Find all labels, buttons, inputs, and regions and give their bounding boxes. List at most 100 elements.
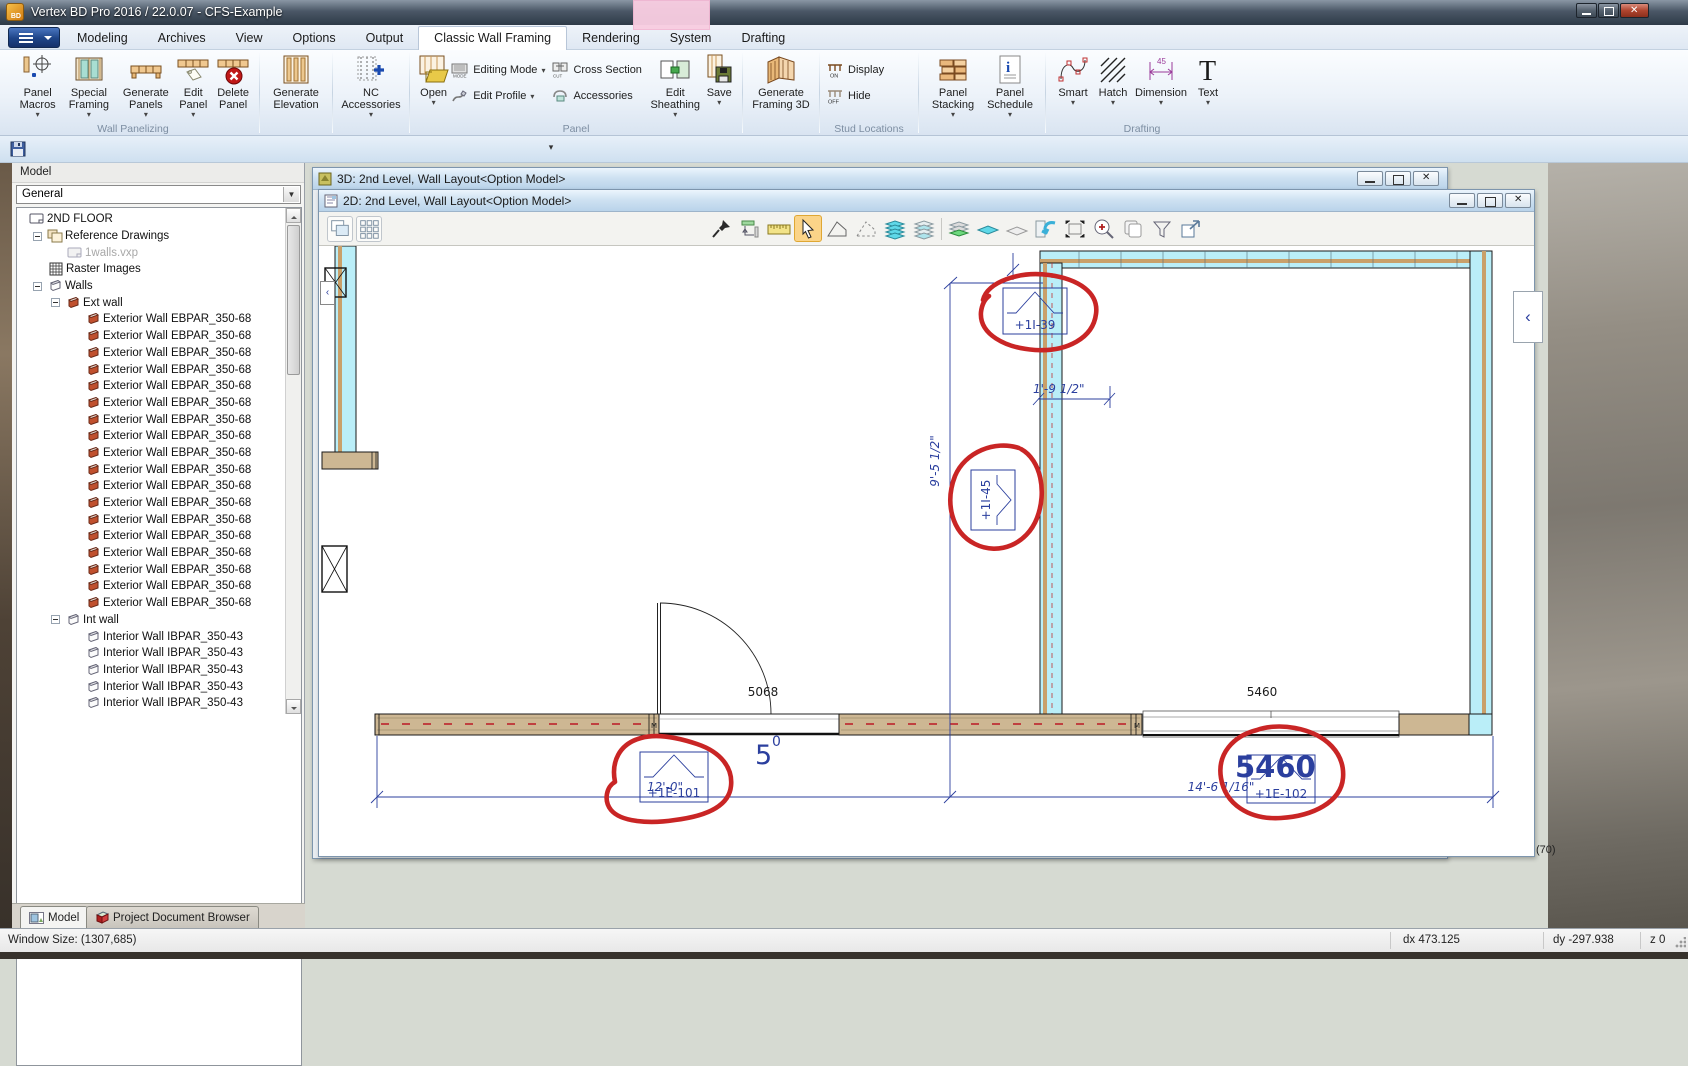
tree-item-ext-wall-group[interactable]: Ext wall [51,294,301,311]
resize-grip[interactable] [1674,937,1686,949]
tab-system[interactable]: System [655,27,727,50]
tree-item-interior-wall[interactable]: Interior Wall IBPAR_350-43 [85,628,301,645]
tree-item-interior-wall[interactable]: Interior Wall IBPAR_350-43 [85,645,301,662]
tree-item-reference-drawings[interactable]: Reference Drawings [33,228,301,245]
tree-item-interior-wall[interactable]: Interior Wall IBPAR_350-43 [85,695,301,712]
maximize-button[interactable] [1385,171,1411,186]
layer-flat-tool[interactable] [974,215,1002,242]
minimize-button[interactable] [1576,3,1597,18]
smart-button[interactable]: Smart▾ [1052,53,1094,106]
generate-elevation-button[interactable]: Generate Elevation [266,53,326,111]
copy-tool[interactable] [1119,215,1147,242]
cross-section-button[interactable]: CUT Cross Section [551,61,641,79]
undo-wall-tool[interactable] [1032,215,1060,242]
quick-save-icon[interactable] [10,141,26,157]
scroll-thumb[interactable] [287,225,300,375]
tab-output[interactable]: Output [351,27,419,50]
tab-view[interactable]: View [221,27,278,50]
hatch-button[interactable]: Hatch▾ [1094,53,1132,106]
stud-hide-button[interactable]: OFF Hide [826,87,884,105]
tree-item-interior-wall[interactable]: Interior Wall IBPAR_350-43 [85,662,301,679]
scroll-down-arrow[interactable] [286,699,301,714]
dimension-button[interactable]: 45 Dimension▾ [1132,53,1190,106]
collapse-expander-icon[interactable] [51,615,60,624]
tab-classic-wall-framing[interactable]: Classic Wall Framing [418,26,567,50]
wall-bottom[interactable]: M M [375,711,1492,737]
measure-tool[interactable] [765,215,793,242]
generate-panels-button[interactable]: Generate Panels▾ [118,53,173,118]
close-button[interactable] [1413,171,1439,186]
collapse-expander-icon[interactable] [51,298,60,307]
tab-drafting[interactable]: Drafting [726,27,800,50]
tab-model[interactable]: Model [20,906,88,928]
maximize-button[interactable] [1477,193,1503,208]
tree-item-exterior-wall[interactable]: Exterior Wall EBPAR_350-68 [85,428,301,445]
select-tool[interactable] [794,215,822,242]
tree-item-exterior-wall[interactable]: Exterior Wall EBPAR_350-68 [85,528,301,545]
pin-tool[interactable] [707,215,735,242]
panel-schedule-button[interactable]: i Panel Schedule▾ [981,53,1039,118]
tree-item-exterior-wall[interactable]: Exterior Wall EBPAR_350-68 [85,478,301,495]
transform-tool[interactable] [736,215,764,242]
tree-item-exterior-wall[interactable]: Exterior Wall EBPAR_350-68 [85,361,301,378]
tree-item-raster-images[interactable]: Raster Images [48,261,301,278]
nc-accessories-button[interactable]: NC Accessories▾ [339,53,403,118]
tree-item-exterior-wall[interactable]: Exterior Wall EBPAR_350-68 [85,511,301,528]
collapse-expander-icon[interactable] [33,282,42,291]
layers-stack-tool[interactable] [881,215,909,242]
tree-item-int-wall-group[interactable]: Int wall [51,612,301,629]
panel-marker-1I-45[interactable] [971,470,1015,530]
tree-item-reference-file[interactable]: 1walls.vxp [67,244,301,261]
tree-filter-select[interactable]: General ▼ [16,185,301,204]
tab-project-document-browser[interactable]: Project Document Browser [86,906,259,928]
special-framing-button[interactable]: Special Framing▾ [62,53,115,118]
wall-top[interactable] [1040,251,1492,268]
tab-archives[interactable]: Archives [143,27,221,50]
tree-item-exterior-wall[interactable]: Exterior Wall EBPAR_350-68 [85,411,301,428]
scroll-up-arrow[interactable] [286,208,301,223]
tree-item-exterior-wall[interactable]: Exterior Wall EBPAR_350-68 [85,461,301,478]
cascade-windows-icon[interactable] [327,216,353,242]
pan-arrow-box-left[interactable]: ‹ [320,281,335,305]
collapse-expander-icon[interactable] [33,232,42,241]
layer-flat-gray-tool[interactable] [1003,215,1031,242]
export-view-tool[interactable] [1177,215,1205,242]
layers-stack-light-tool[interactable] [910,215,938,242]
tile-windows-icon[interactable] [356,216,382,242]
tree-item-exterior-wall[interactable]: Exterior Wall EBPAR_350-68 [85,578,301,595]
edit-sheathing-button[interactable]: Edit Sheathing▾ [648,53,703,118]
polygon-tool[interactable] [823,215,851,242]
minimize-button[interactable] [1449,193,1475,208]
app-menu-button[interactable] [8,27,60,48]
close-button[interactable] [1620,3,1649,18]
marquee-tool[interactable] [1061,215,1089,242]
tree-item-walls[interactable]: Walls [33,278,301,295]
close-button[interactable] [1505,193,1531,208]
edit-panel-button[interactable]: Edit Panel▾ [173,53,213,118]
filter-tool[interactable] [1148,215,1176,242]
tree-item-exterior-wall[interactable]: Exterior Wall EBPAR_350-68 [85,395,301,412]
tree-item-exterior-wall[interactable]: Exterior Wall EBPAR_350-68 [85,595,301,612]
layers-green-tool[interactable] [945,215,973,242]
wall-left-fragment[interactable] [322,246,378,469]
polygon-dashed-tool[interactable] [852,215,880,242]
minimize-button[interactable] [1357,171,1383,186]
panel-stacking-button[interactable]: Panel Stacking▾ [925,53,981,118]
accessories-button[interactable]: Accessories [551,87,641,105]
tree-item-exterior-wall[interactable]: Exterior Wall EBPAR_350-68 [85,378,301,395]
tree-item-interior-wall[interactable]: Interior Wall IBPAR_350-43 [85,678,301,695]
tab-modeling[interactable]: Modeling [62,27,143,50]
tree-item-floor[interactable]: 2ND FLOOR [29,211,301,228]
tree-item-exterior-wall[interactable]: Exterior Wall EBPAR_350-68 [85,345,301,362]
tree-item-exterior-wall[interactable]: Exterior Wall EBPAR_350-68 [85,561,301,578]
tree-item-exterior-wall[interactable]: Exterior Wall EBPAR_350-68 [85,545,301,562]
tree-item-exterior-wall[interactable]: Exterior Wall EBPAR_350-68 [85,328,301,345]
generate-framing-3d-button[interactable]: Generate Framing 3D [749,53,813,111]
tree-item-exterior-wall[interactable]: Exterior Wall EBPAR_350-68 [85,311,301,328]
tree-item-exterior-wall[interactable]: Exterior Wall EBPAR_350-68 [85,495,301,512]
pan-arrow-box-right[interactable]: ‹ [1513,291,1543,343]
save-button[interactable]: Save▾ [703,53,736,106]
tree-item-exterior-wall[interactable]: Exterior Wall EBPAR_350-68 [85,445,301,462]
window-3d-titlebar[interactable]: 3D: 2nd Level, Wall Layout<Option Model> [313,168,1447,190]
panel-collapse-chevron[interactable]: ▾ [543,142,559,155]
